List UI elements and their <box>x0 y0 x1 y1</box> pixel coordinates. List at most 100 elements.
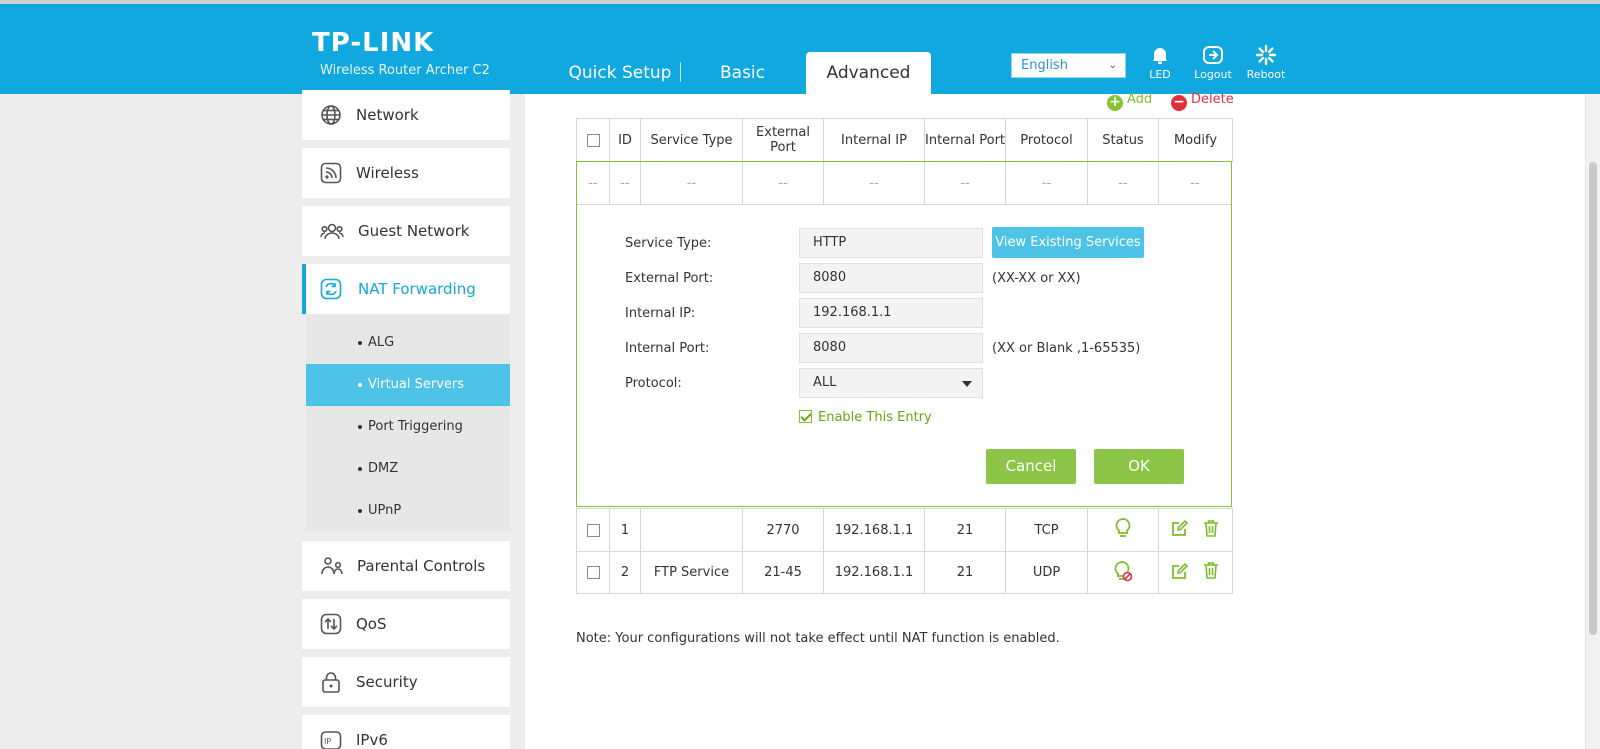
table-header-row: ID Service Type External Port Internal I… <box>576 118 1233 162</box>
sidebar-sub-upnp[interactable]: UPnP <box>306 490 510 532</box>
tab-quick-setup[interactable]: Quick Setup <box>560 52 680 94</box>
reboot-icon <box>1242 44 1290 66</box>
sidebar-item-qos[interactable]: QoS <box>302 599 510 649</box>
header-service-type: Service Type <box>640 118 743 162</box>
tab-basic[interactable]: Basic <box>690 52 795 94</box>
ok-button[interactable]: OK <box>1094 449 1184 484</box>
sidebar-label-nat-forwarding: NAT Forwarding <box>358 280 476 298</box>
sidebar-sub-dmz[interactable]: DMZ <box>306 448 510 490</box>
internal-port-label: Internal Port: <box>625 341 710 356</box>
nat-note: Note: Your configurations will not take … <box>576 631 1060 646</box>
guest-users-icon <box>320 220 344 242</box>
sidebar-label-wireless: Wireless <box>356 164 419 182</box>
scrollbar-thumb[interactable] <box>1589 162 1597 635</box>
edit-icon[interactable] <box>1171 562 1189 584</box>
internal-ip-label: Internal IP: <box>625 306 696 321</box>
language-select[interactable]: English ⌄ <box>1011 53 1126 78</box>
header-external-port: External Port <box>742 118 824 162</box>
view-existing-services-button[interactable]: View Existing Services <box>992 227 1144 258</box>
protocol-label: Protocol: <box>625 376 682 391</box>
external-port-input[interactable]: 8080 <box>799 263 983 293</box>
language-value: English <box>1021 58 1068 73</box>
trash-icon[interactable] <box>1202 519 1220 542</box>
cell-service-type: FTP Service <box>640 551 743 594</box>
sidebar-sub-virtual-servers[interactable]: Virtual Servers <box>306 364 510 406</box>
logout-button[interactable]: Logout <box>1189 44 1237 81</box>
sidebar-label-ipv6: IPv6 <box>356 731 388 749</box>
sidebar-sub-alg[interactable]: ALG <box>306 322 510 364</box>
bullet-icon <box>358 340 362 345</box>
logout-icon <box>1189 44 1237 66</box>
sidebar-label-guest-network: Guest Network <box>358 222 470 240</box>
sidebar-item-network[interactable]: Network <box>302 90 510 140</box>
dash-cell: -- <box>577 162 610 205</box>
service-type-input[interactable]: HTTP <box>799 228 983 258</box>
nat-forwarding-icon <box>320 278 342 300</box>
add-button[interactable]: + Add <box>1107 92 1152 111</box>
select-all-checkbox[interactable] <box>586 133 600 147</box>
sidebar-item-guest-network[interactable]: Guest Network <box>302 206 510 256</box>
sidebar-label-parental-controls: Parental Controls <box>357 557 486 575</box>
tab-divider <box>680 62 681 82</box>
trash-icon[interactable] <box>1202 561 1220 584</box>
led-button[interactable]: LED <box>1136 44 1184 81</box>
checkmark-icon <box>799 410 812 423</box>
row-checkbox[interactable] <box>586 566 600 579</box>
bullet-icon <box>358 382 362 387</box>
sidebar-item-wireless[interactable]: Wireless <box>302 148 510 198</box>
cell-internal-ip: 192.168.1.1 <box>823 508 925 552</box>
lock-icon <box>320 671 342 693</box>
router-model: Wireless Router Archer C2 <box>320 63 490 78</box>
cell-internal-port: 21 <box>924 508 1006 552</box>
sub-label-alg: ALG <box>368 335 395 350</box>
sidebar-label-network: Network <box>356 106 419 124</box>
dash-cell: -- <box>610 162 641 205</box>
dash-cell: -- <box>1088 162 1159 205</box>
globe-icon <box>320 104 342 126</box>
cell-status <box>1087 508 1159 552</box>
delete-button[interactable]: − Delete <box>1171 92 1234 111</box>
internal-port-input[interactable]: 8080 <box>799 333 983 363</box>
ipv6-icon: IP <box>320 729 342 749</box>
sub-label-upnp: UPnP <box>368 503 402 518</box>
cancel-button[interactable]: Cancel <box>986 449 1076 484</box>
logout-label: Logout <box>1194 68 1232 81</box>
protocol-value: ALL <box>813 375 837 390</box>
row-checkbox[interactable] <box>586 523 600 537</box>
external-port-hint: (XX-XX or XX) <box>992 271 1081 286</box>
internal-port-hint: (XX or Blank ,1-65535) <box>992 341 1141 356</box>
dash-cell: -- <box>1006 162 1088 205</box>
sidebar-sub-port-triggering[interactable]: Port Triggering <box>306 406 510 448</box>
status-enabled-bulb-icon[interactable] <box>1114 517 1132 543</box>
cell-external-port: 2770 <box>742 508 824 552</box>
cell-protocol: UDP <box>1005 551 1088 594</box>
header-status: Status <box>1087 118 1159 162</box>
select-all-cell <box>576 118 610 162</box>
cell-internal-ip: 192.168.1.1 <box>823 551 925 594</box>
cell-id: 2 <box>609 551 641 594</box>
tab-advanced[interactable]: Advanced <box>806 52 931 94</box>
internal-ip-input[interactable]: 192.168.1.1 <box>799 298 983 328</box>
brand-logo: TP-LINK <box>312 28 435 58</box>
header-modify: Modify <box>1158 118 1233 162</box>
edit-icon[interactable] <box>1171 519 1189 541</box>
sidebar-item-nat-forwarding[interactable]: NAT Forwarding <box>302 264 510 314</box>
bullet-icon <box>358 508 362 513</box>
cell-external-port: 21-45 <box>742 551 824 594</box>
bullet-icon <box>358 424 362 429</box>
enable-entry-label: Enable This Entry <box>818 410 932 425</box>
reboot-button[interactable]: Reboot <box>1242 44 1290 81</box>
protocol-select[interactable]: ALL <box>799 368 983 398</box>
enable-entry-checkbox[interactable]: Enable This Entry <box>799 410 932 425</box>
sidebar-item-ipv6[interactable]: IP IPv6 <box>302 715 510 749</box>
dash-cell: -- <box>743 162 824 205</box>
status-disabled-bulb-icon[interactable] <box>1113 560 1133 586</box>
sidebar-item-parental-controls[interactable]: Parental Controls <box>302 541 510 591</box>
sidebar-item-security[interactable]: Security <box>302 657 510 707</box>
table-row: 1 2770 192.168.1.1 21 TCP <box>576 508 1233 552</box>
dash-cell: -- <box>925 162 1006 205</box>
cell-protocol: TCP <box>1005 508 1088 552</box>
qos-icon <box>320 613 342 635</box>
dash-cell: -- <box>824 162 925 205</box>
sidebar-label-qos: QoS <box>356 615 387 633</box>
